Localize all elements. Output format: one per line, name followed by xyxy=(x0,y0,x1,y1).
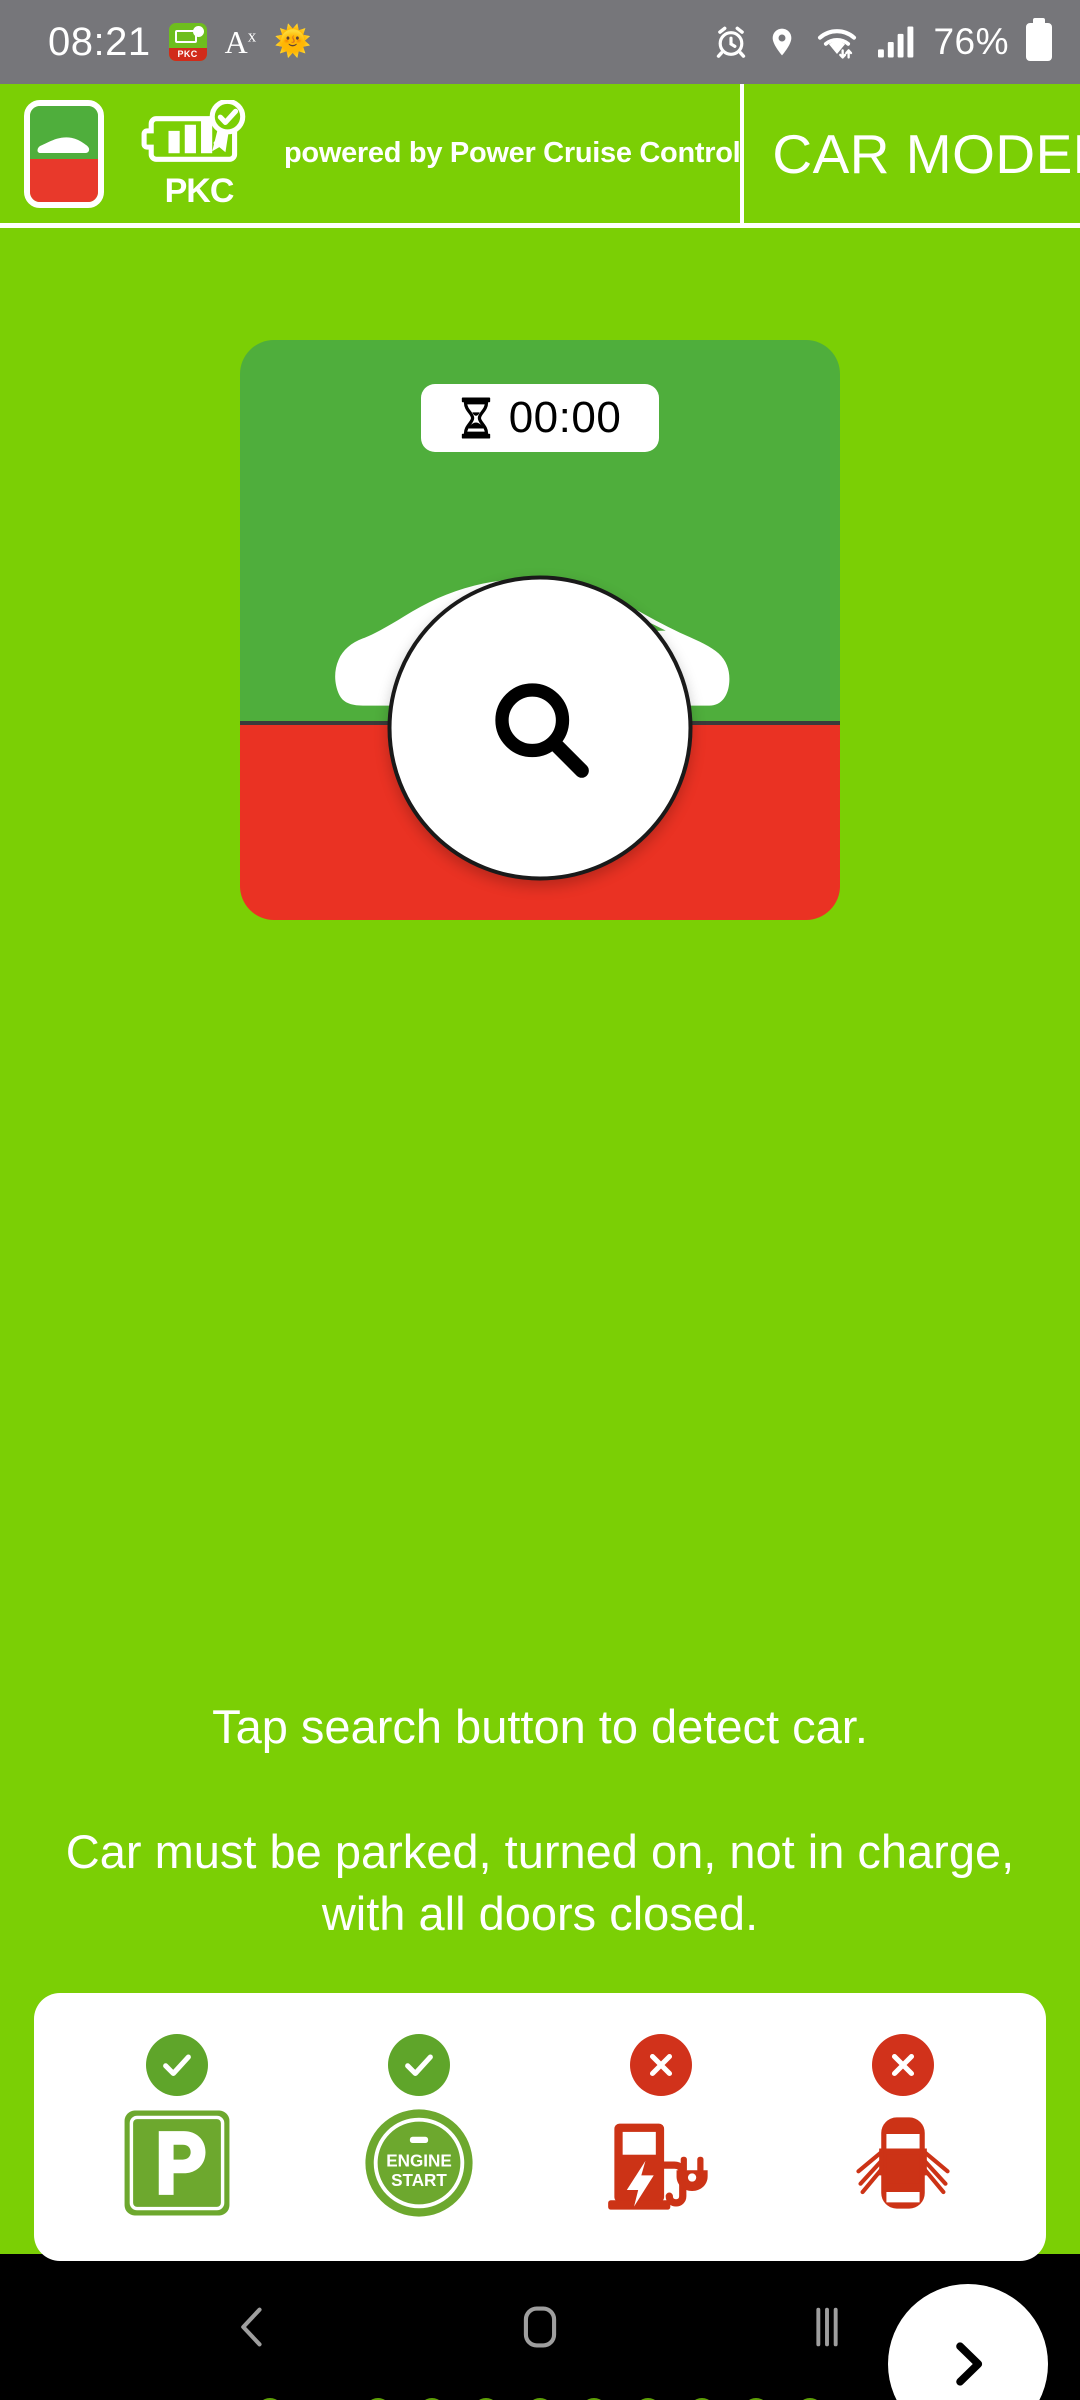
app-icon-red-panel xyxy=(30,158,98,202)
svg-text:ENGINE: ENGINE xyxy=(386,2151,452,2170)
signal-bars-icon xyxy=(878,26,914,58)
instruction-primary: Tap search button to detect car. xyxy=(212,1700,868,1753)
check-badge-icon xyxy=(388,2034,450,2096)
car-doors-open-icon xyxy=(846,2106,960,2220)
check-badge-icon xyxy=(192,26,204,37)
search-button[interactable] xyxy=(387,575,693,881)
home-square-icon xyxy=(523,2306,557,2348)
app-screen: 08:21 PKC Ax 🌞 76% PKC powered by Power … xyxy=(0,0,1080,2400)
nav-back-button[interactable] xyxy=(193,2267,313,2387)
location-pin-icon xyxy=(773,28,792,56)
battery-percentage: 76% xyxy=(933,21,1009,62)
instruction-secondary: Car must be parked, turned on, not in ch… xyxy=(65,1824,1015,1940)
text-size-exponent: x xyxy=(247,26,257,46)
condition-parked xyxy=(102,2034,252,2220)
nav-home-button[interactable] xyxy=(480,2267,600,2387)
pkc-logo-block: PKC xyxy=(138,99,260,210)
status-bar: 08:21 PKC Ax 🌞 76% xyxy=(0,0,1080,84)
powered-by-label: powered by Power Cruise Control xyxy=(284,137,741,169)
cross-icon xyxy=(649,2053,673,2077)
header-title-area: CAR MODEL xyxy=(740,84,1080,223)
back-chevron-icon xyxy=(241,2307,262,2347)
check-badge-icon xyxy=(146,2034,208,2096)
page-title: CAR MODEL xyxy=(772,122,1080,185)
status-bar-right: 76% xyxy=(713,21,1052,63)
cross-badge-icon xyxy=(872,2034,934,2096)
search-icon xyxy=(494,682,589,778)
detection-timer: 00:00 xyxy=(421,384,659,452)
condition-not-charging xyxy=(586,2034,736,2220)
check-icon xyxy=(163,2054,191,2077)
status-bar-clock: 08:21 xyxy=(48,19,151,64)
pkc-logo-text: PKC xyxy=(164,171,235,210)
text-size-letter: A xyxy=(224,24,248,60)
recents-bars-icon xyxy=(816,2307,838,2347)
cross-icon xyxy=(891,2053,915,2077)
pkc-tray-top xyxy=(169,23,207,48)
pkc-notification-icon: PKC xyxy=(168,23,207,61)
ev-charging-station-icon xyxy=(604,2106,718,2220)
engine-start-button-icon: ENGINE START xyxy=(362,2106,476,2220)
hourglass-icon xyxy=(461,397,490,439)
chevron-right-icon xyxy=(956,2342,983,2386)
header-branding: PKC powered by Power Cruise Control xyxy=(0,84,741,223)
text-size-icon: Ax xyxy=(225,26,257,58)
cross-badge-icon xyxy=(630,2034,692,2096)
alarm-icon xyxy=(717,26,746,58)
svg-text:START: START xyxy=(391,2171,447,2190)
main-content: 00:00 Tap search button to detect car. C… xyxy=(0,228,1080,2400)
weather-sun-icon: 🌞 xyxy=(274,25,312,58)
app-header: PKC powered by Power Cruise Control CAR … xyxy=(0,84,1080,228)
pkc-battery-chart-logo-icon xyxy=(141,99,246,162)
app-icon-green-panel xyxy=(30,105,98,159)
status-bar-left: 08:21 PKC Ax 🌞 xyxy=(48,20,312,65)
condition-engine-on: ENGINE START xyxy=(344,2034,494,2220)
pkc-app-icon xyxy=(24,99,104,208)
car-silhouette-icon xyxy=(37,137,90,153)
nav-recents-button[interactable] xyxy=(767,2267,887,2387)
instructions-block: Tap search button to detect car. Car mus… xyxy=(0,1698,1080,1945)
pkc-tray-label: PKC xyxy=(168,48,207,61)
detection-timer-value: 00:00 xyxy=(508,393,622,442)
parking-sign-icon xyxy=(120,2106,234,2220)
car-status-card: 00:00 xyxy=(240,340,840,920)
wifi-icon xyxy=(818,29,857,59)
battery-icon xyxy=(1026,23,1052,61)
condition-doors-closed xyxy=(828,2034,978,2220)
check-icon xyxy=(405,2054,433,2077)
conditions-panel: ENGINE START xyxy=(34,1993,1046,2261)
